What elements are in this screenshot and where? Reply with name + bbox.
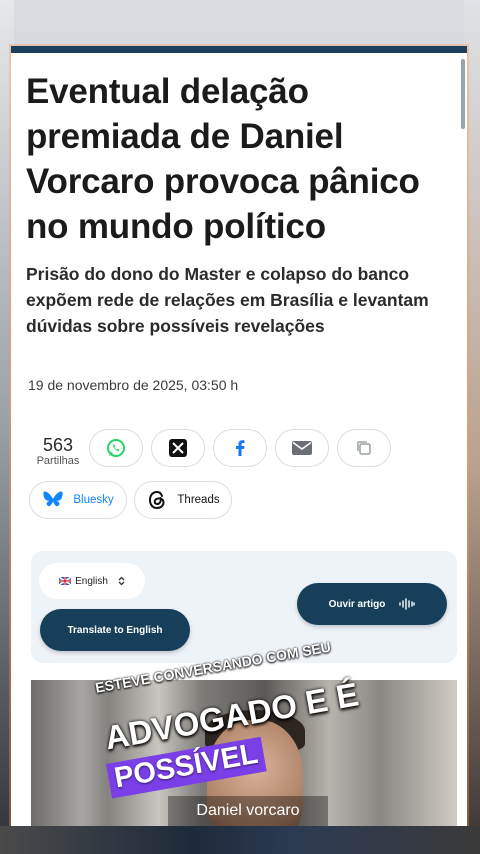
bluesky-label: Bluesky	[73, 494, 114, 506]
photo-person	[207, 720, 303, 826]
translate-button-label: Translate to English	[67, 624, 163, 636]
envelope-icon	[292, 441, 312, 455]
translation-panel: English Translate to English Ouvir artig…	[31, 551, 457, 663]
threads-icon	[149, 490, 165, 510]
scrollbar[interactable]	[461, 59, 465, 129]
copy-link-button[interactable]	[337, 429, 391, 467]
site-since-label: desde 2011	[65, 47, 102, 54]
article-subheadline: Prisão do dono do Master e colapso do ba…	[26, 264, 429, 336]
whatsapp-icon	[107, 439, 125, 457]
share-count-label: Partilhas	[36, 455, 80, 467]
article-headline: Eventual delação premiada de Daniel Vorc…	[26, 72, 420, 246]
audio-wave-icon	[399, 598, 416, 610]
email-share-button[interactable]	[275, 429, 329, 467]
facebook-icon	[236, 440, 245, 456]
x-share-button[interactable]	[151, 429, 205, 467]
article-date: 19 de novembro de 2025, 03:50 h	[28, 377, 239, 393]
article-screen: desde 2011 Eventual delação premiada de …	[11, 46, 467, 826]
whatsapp-share-button[interactable]	[89, 429, 143, 467]
threads-share-button[interactable]: Threads	[134, 481, 232, 519]
x-logo-icon	[169, 439, 187, 457]
listen-button-label: Ouvir artigo	[328, 598, 386, 610]
copy-icon	[357, 441, 371, 455]
translate-button[interactable]: Translate to English	[40, 609, 190, 651]
language-select-value: English	[75, 575, 108, 587]
language-select[interactable]: English	[39, 563, 145, 599]
threads-label: Threads	[177, 494, 220, 506]
facebook-share-button[interactable]	[213, 429, 267, 467]
uk-flag-icon	[59, 577, 72, 585]
bluesky-share-button[interactable]: Bluesky	[29, 481, 127, 519]
video-bottom-band	[0, 826, 480, 854]
listen-article-button[interactable]: Ouvir artigo	[297, 583, 447, 625]
share-count-number: 563	[42, 435, 74, 455]
butterfly-icon	[43, 491, 63, 507]
article-photo	[31, 680, 457, 826]
share-count: 563 Partilhas	[36, 435, 80, 467]
updown-chevron-icon	[118, 576, 125, 586]
